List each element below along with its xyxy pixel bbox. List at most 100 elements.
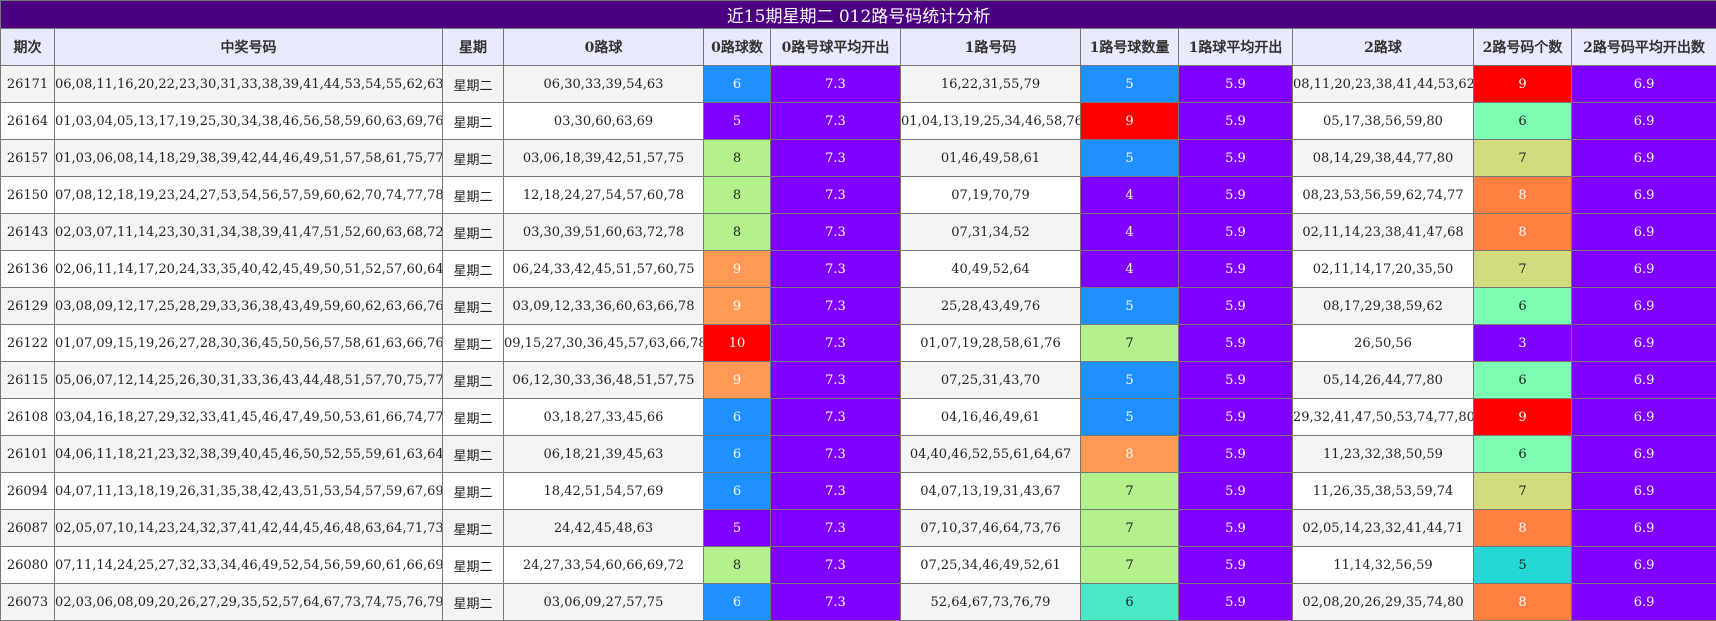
cell-route1-balls: 04,07,13,19,31,43,67 (900, 472, 1081, 510)
cell-route2-balls: 29,32,41,47,50,53,74,77,80 (1292, 398, 1474, 436)
header-route2-average: 2路号码平均开出数 (1570, 28, 1716, 66)
cell-route2-count: 8 (1473, 213, 1572, 251)
cell-weekday: 星期二 (442, 435, 504, 473)
cell-route1-average: 5.9 (1178, 398, 1293, 436)
cell-route2-balls: 08,14,29,38,44,77,80 (1292, 139, 1474, 177)
cell-route1-balls: 07,25,31,43,70 (900, 361, 1081, 399)
cell-winning-numbers: 05,06,07,12,14,25,26,30,31,33,36,43,44,4… (54, 361, 443, 399)
cell-winning-numbers: 04,06,11,18,21,23,32,38,39,40,45,46,50,5… (54, 435, 443, 473)
cell-issue: 26136 (0, 250, 55, 288)
cell-route0-count: 8 (703, 213, 771, 251)
cell-route0-count: 6 (703, 583, 771, 621)
cell-route0-balls: 03,18,27,33,45,66 (503, 398, 704, 436)
cell-weekday: 星期二 (442, 324, 504, 362)
cell-route1-average: 5.9 (1178, 324, 1293, 362)
table-row: 26080 07,11,14,24,25,27,32,33,34,46,49,52… (0, 546, 1716, 584)
cell-route1-average: 5.9 (1178, 509, 1293, 547)
cell-route2-average: 6.9 (1570, 65, 1716, 103)
cell-route0-count: 10 (703, 324, 771, 362)
cell-route1-average: 5.9 (1178, 213, 1293, 251)
cell-route0-average: 7.3 (770, 361, 901, 399)
cell-route2-average: 6.9 (1570, 250, 1716, 288)
cell-route2-count: 7 (1473, 250, 1572, 288)
table-body: 26171 06,08,11,16,20,22,23,30,31,33,38,39… (0, 65, 1716, 621)
cell-route1-average: 5.9 (1178, 546, 1293, 584)
table-row: 26115 05,06,07,12,14,25,26,30,31,33,36,43… (0, 361, 1716, 399)
cell-issue: 26080 (0, 546, 55, 584)
cell-route1-count: 5 (1080, 65, 1179, 103)
cell-route0-average: 7.3 (770, 102, 901, 140)
cell-route2-average: 6.9 (1570, 398, 1716, 436)
cell-route1-balls: 01,46,49,58,61 (900, 139, 1081, 177)
cell-route0-balls: 03,06,09,27,57,75 (503, 583, 704, 621)
cell-issue: 26157 (0, 139, 55, 177)
cell-route1-average: 5.9 (1178, 250, 1293, 288)
cell-route0-balls: 03,06,18,39,42,51,57,75 (503, 139, 704, 177)
cell-route2-count: 7 (1473, 472, 1572, 510)
cell-route2-balls: 08,11,20,23,38,41,44,53,62 (1292, 65, 1474, 103)
cell-issue: 26129 (0, 287, 55, 325)
cell-route1-count: 7 (1080, 546, 1179, 584)
cell-route1-count: 4 (1080, 250, 1179, 288)
cell-route2-balls: 11,26,35,38,53,59,74 (1292, 472, 1474, 510)
header-issue: 期次 (0, 28, 55, 66)
cell-route1-balls: 07,10,37,46,64,73,76 (900, 509, 1081, 547)
cell-route0-count: 8 (703, 546, 771, 584)
cell-route1-count: 4 (1080, 176, 1179, 214)
cell-route2-count: 7 (1473, 139, 1572, 177)
cell-route1-balls: 07,25,34,46,49,52,61 (900, 546, 1081, 584)
cell-weekday: 星期二 (442, 583, 504, 621)
cell-route2-average: 6.9 (1570, 472, 1716, 510)
cell-winning-numbers: 02,03,06,08,09,20,26,27,29,35,52,57,64,6… (54, 583, 443, 621)
cell-route0-average: 7.3 (770, 398, 901, 436)
cell-weekday: 星期二 (442, 398, 504, 436)
header-route2-balls: 2路球 (1292, 28, 1474, 66)
cell-route2-count: 8 (1473, 176, 1572, 214)
cell-route2-balls: 05,17,38,56,59,80 (1292, 102, 1474, 140)
cell-issue: 26122 (0, 324, 55, 362)
table-row: 26171 06,08,11,16,20,22,23,30,31,33,38,39… (0, 65, 1716, 103)
cell-route0-count: 9 (703, 250, 771, 288)
cell-route2-average: 6.9 (1570, 509, 1716, 547)
table-row: 26108 03,04,16,18,27,29,32,33,41,45,46,47… (0, 398, 1716, 436)
cell-route1-count: 5 (1080, 287, 1179, 325)
table-title: 近15期星期二 012路号码统计分析 (0, 0, 1716, 29)
cell-route0-balls: 06,12,30,33,36,48,51,57,75 (503, 361, 704, 399)
cell-route1-count: 8 (1080, 435, 1179, 473)
cell-route2-average: 6.9 (1570, 583, 1716, 621)
header-numbers: 中奖号码 (54, 28, 443, 66)
table-row: 26073 02,03,06,08,09,20,26,27,29,35,52,57… (0, 583, 1716, 621)
cell-route2-average: 6.9 (1570, 287, 1716, 325)
cell-route0-average: 7.3 (770, 435, 901, 473)
stats-table-container: 近15期星期二 012路号码统计分析 期次 中奖号码 星期 0路球 0路球数 0… (0, 0, 1716, 621)
table-row: 26094 04,07,11,13,18,19,26,31,35,38,42,43… (0, 472, 1716, 510)
cell-route0-count: 8 (703, 139, 771, 177)
header-route0-balls: 0路球 (503, 28, 704, 66)
cell-route2-average: 6.9 (1570, 102, 1716, 140)
cell-route1-count: 7 (1080, 472, 1179, 510)
table-row: 26164 01,03,04,05,13,17,19,25,30,34,38,46… (0, 102, 1716, 140)
cell-route2-balls: 02,05,14,23,32,41,44,71 (1292, 509, 1474, 547)
cell-route0-balls: 03,09,12,33,36,60,63,66,78 (503, 287, 704, 325)
cell-winning-numbers: 01,03,04,05,13,17,19,25,30,34,38,46,56,5… (54, 102, 443, 140)
cell-route2-count: 8 (1473, 583, 1572, 621)
cell-route0-average: 7.3 (770, 509, 901, 547)
cell-route2-balls: 11,14,32,56,59 (1292, 546, 1474, 584)
cell-route2-count: 6 (1473, 287, 1572, 325)
cell-winning-numbers: 03,04,16,18,27,29,32,33,41,45,46,47,49,5… (54, 398, 443, 436)
cell-route2-balls: 08,23,53,56,59,62,74,77 (1292, 176, 1474, 214)
cell-route0-balls: 18,42,51,54,57,69 (503, 472, 704, 510)
cell-route1-balls: 40,49,52,64 (900, 250, 1081, 288)
cell-route0-average: 7.3 (770, 472, 901, 510)
cell-route1-count: 5 (1080, 361, 1179, 399)
cell-winning-numbers: 07,11,14,24,25,27,32,33,34,46,49,52,54,5… (54, 546, 443, 584)
cell-route1-balls: 25,28,43,49,76 (900, 287, 1081, 325)
cell-route2-count: 8 (1473, 509, 1572, 547)
cell-route2-average: 6.9 (1570, 213, 1716, 251)
cell-route0-count: 6 (703, 472, 771, 510)
cell-issue: 26087 (0, 509, 55, 547)
cell-weekday: 星期二 (442, 139, 504, 177)
cell-route1-average: 5.9 (1178, 435, 1293, 473)
cell-route0-balls: 03,30,39,51,60,63,72,78 (503, 213, 704, 251)
cell-route2-average: 6.9 (1570, 546, 1716, 584)
